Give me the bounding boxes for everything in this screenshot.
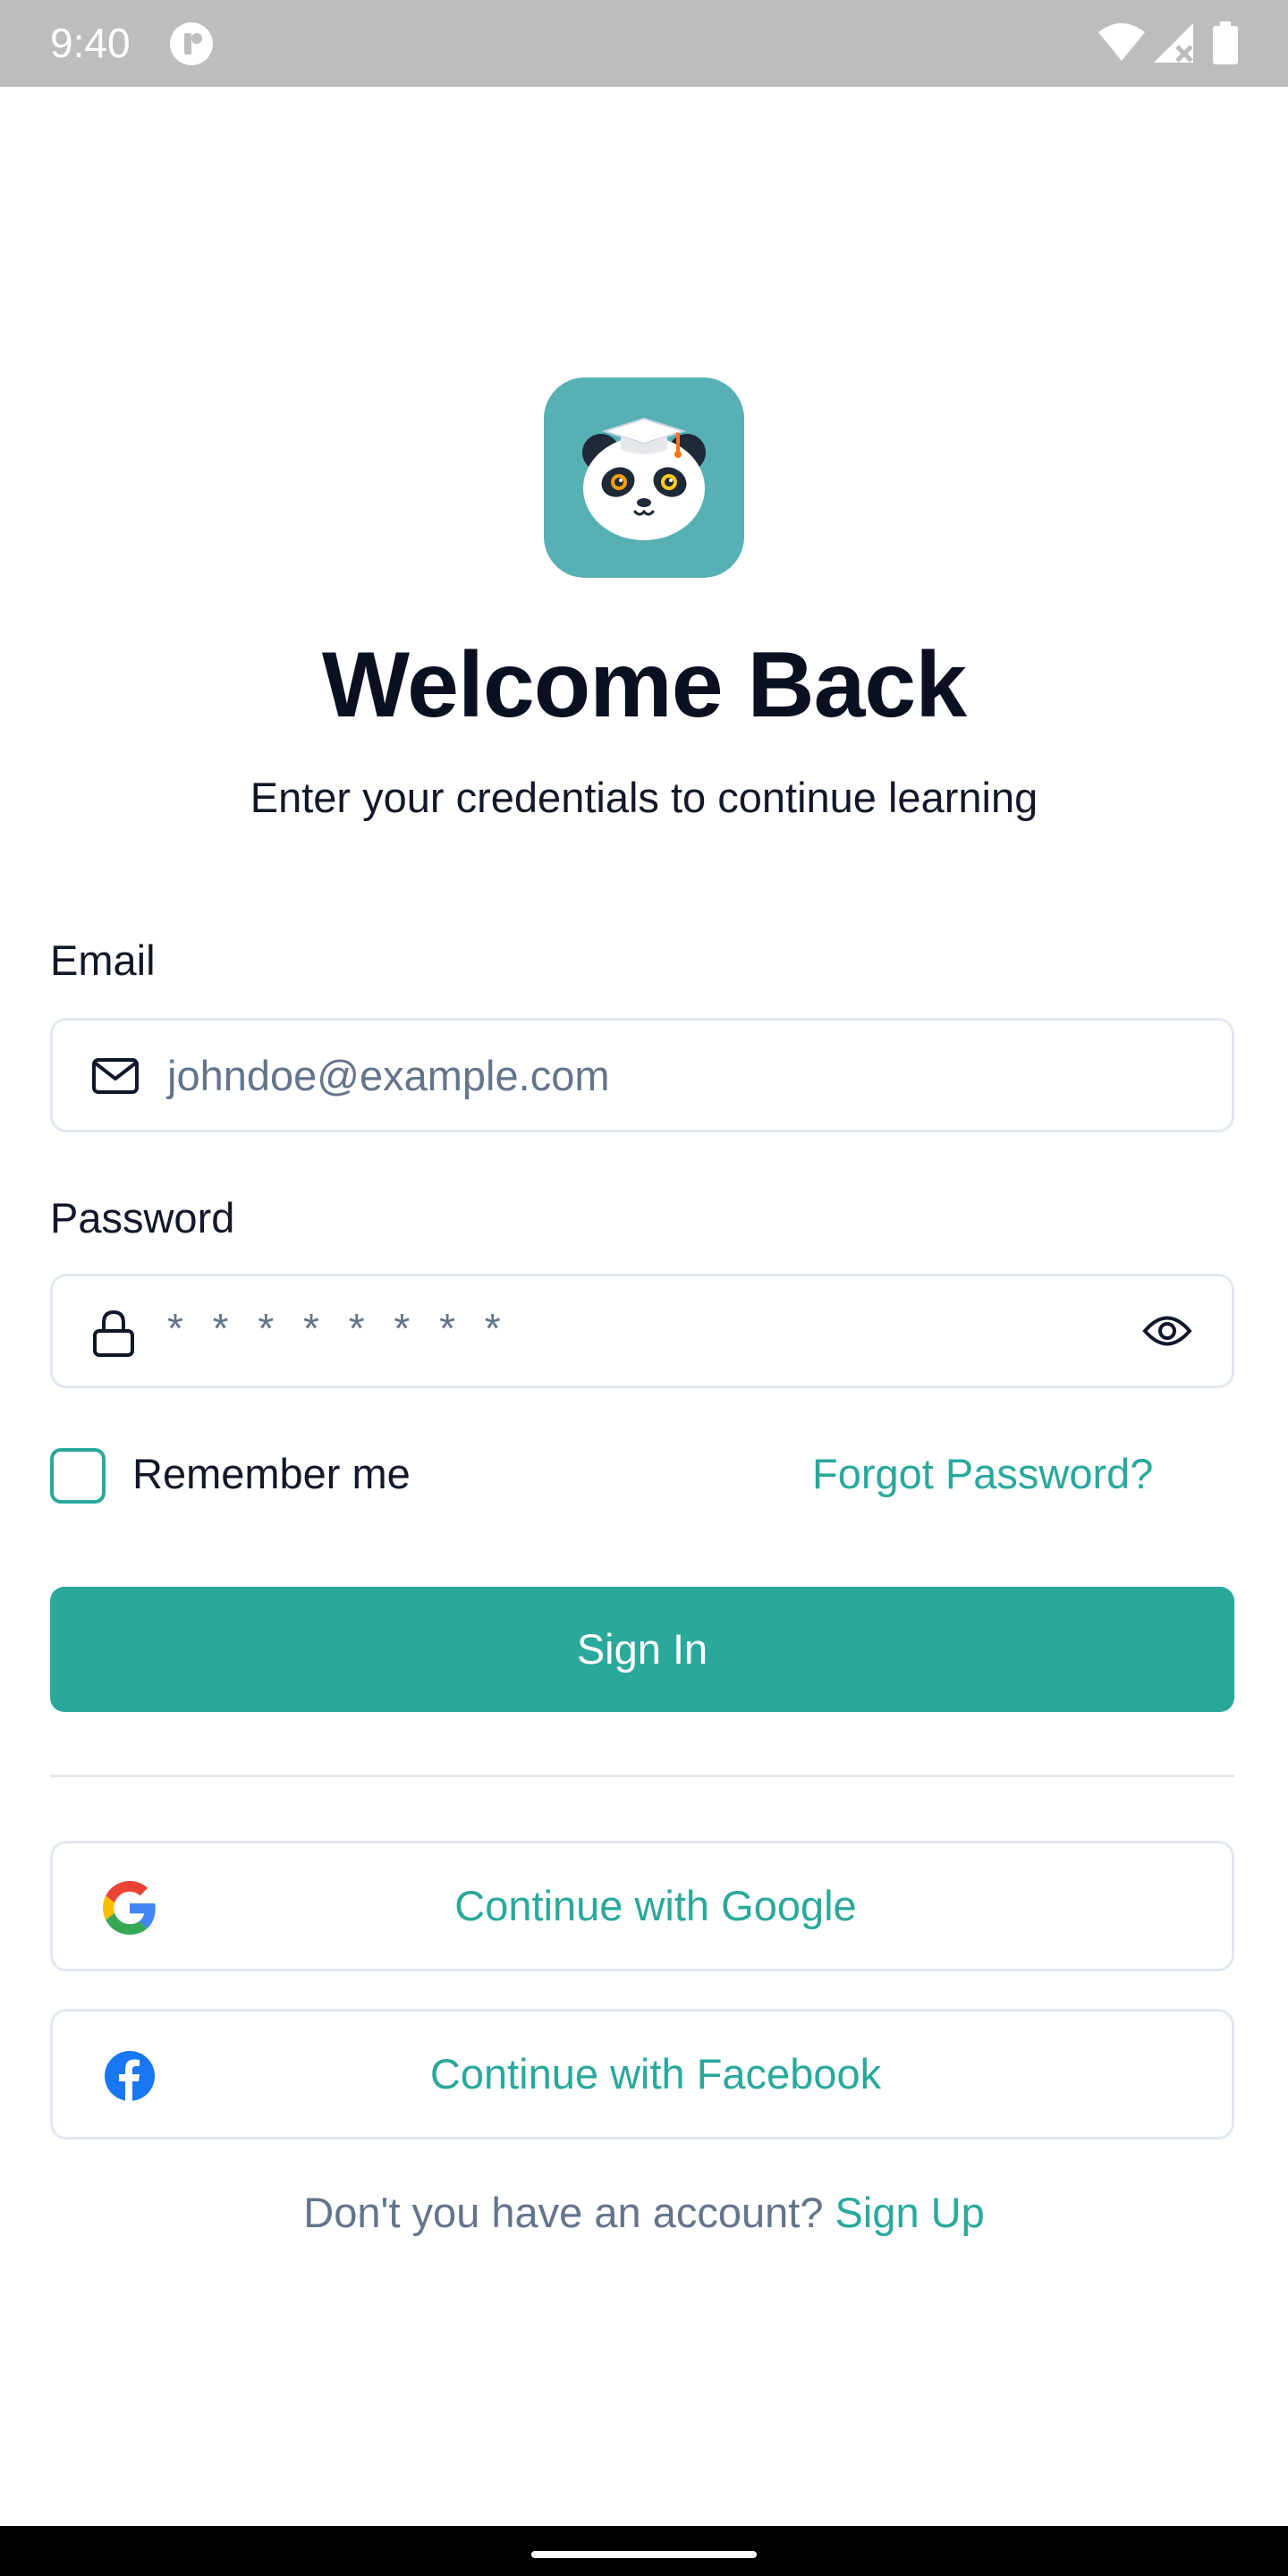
email-field[interactable]: johndoe@example.com [50, 1018, 1234, 1132]
password-label: Password [50, 1194, 235, 1241]
email-label: Email [50, 936, 156, 984]
remember-me-checkbox[interactable] [50, 1448, 106, 1504]
page-subtitle: Enter your credentials to continue learn… [250, 774, 1038, 821]
page-title: Welcome Back [321, 633, 967, 737]
home-indicator[interactable] [531, 2551, 757, 2558]
forgot-password-link[interactable]: Forgot Password? [812, 1447, 1153, 1501]
cellular-signal-icon [1154, 23, 1193, 63]
wifi-icon [1098, 23, 1145, 61]
facebook-sign-in-button[interactable]: Continue with Facebook [50, 2009, 1234, 2140]
battery-icon [1213, 21, 1238, 64]
google-button-label: Continue with Google [454, 1882, 857, 1929]
app-logo [544, 377, 744, 578]
sign-in-button[interactable]: Sign In [50, 1587, 1234, 1712]
system-navigation-bar [0, 2526, 1288, 2576]
sign-up-link[interactable]: Sign Up [835, 2189, 985, 2236]
mail-icon [92, 1058, 139, 1094]
password-field[interactable]: * * * * * * * * [50, 1274, 1234, 1388]
status-time: 9:40 [50, 20, 131, 66]
divider [50, 1775, 1234, 1777]
status-bar: 9:40 [0, 0, 1288, 87]
lock-icon [93, 1309, 134, 1357]
google-sign-in-button[interactable]: Continue with Google [50, 1841, 1234, 1971]
email-placeholder: johndoe@example.com [167, 1052, 610, 1099]
password-placeholder: * * * * * * * * [167, 1305, 510, 1352]
eye-icon[interactable] [1142, 1310, 1192, 1352]
panda-graduation-cap-logo [582, 417, 706, 540]
facebook-button-label: Continue with Facebook [429, 2050, 882, 2097]
app-notification-icon [170, 22, 213, 65]
remember-me-label[interactable]: Remember me [132, 1447, 411, 1501]
sign-up-prompt-text: Don't you have an account? [303, 2189, 824, 2236]
sign-up-prompt: Don't you have an account? Sign Up [0, 2186, 1288, 2240]
